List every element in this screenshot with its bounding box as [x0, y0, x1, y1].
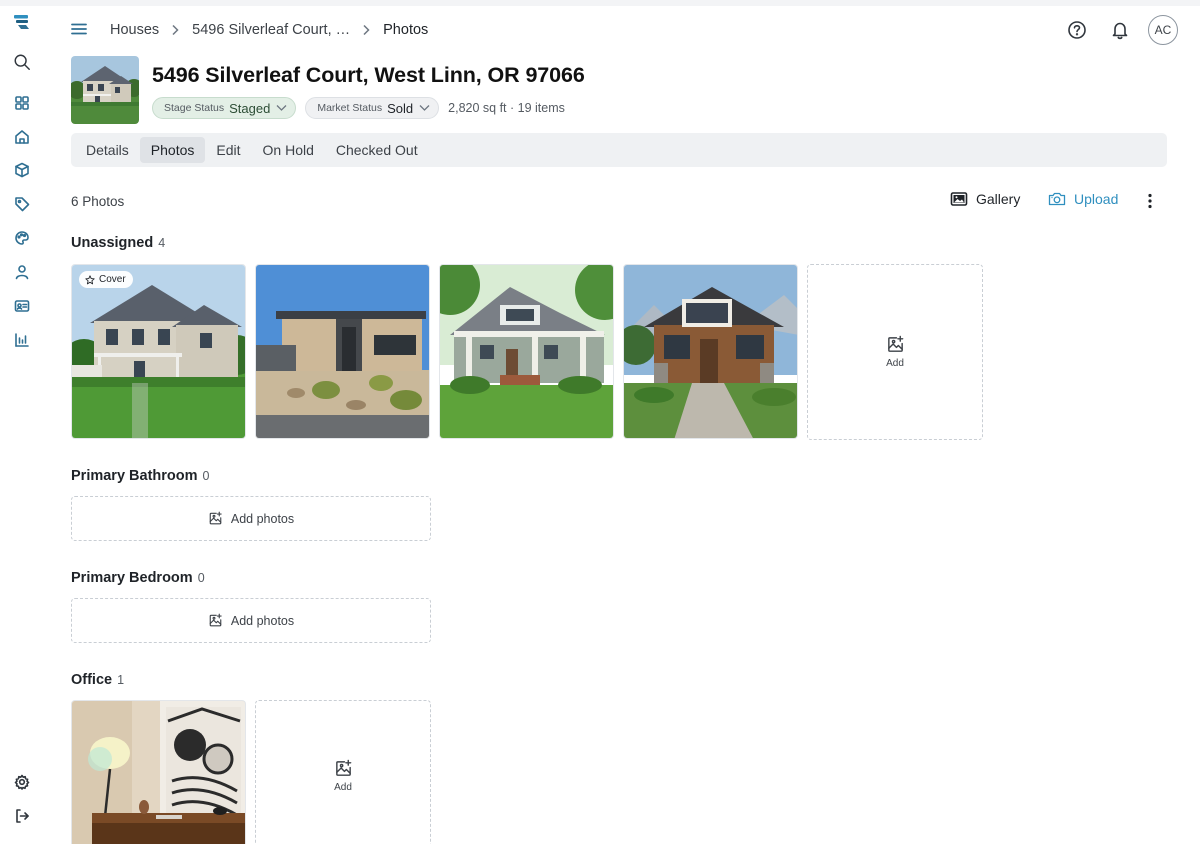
stage-status-value: Staged: [229, 100, 271, 116]
gallery-label: Gallery: [976, 191, 1021, 207]
chevron-down-icon: [276, 99, 287, 117]
property-thumbnail: [71, 56, 139, 124]
section-count: 0: [202, 469, 210, 483]
bar-chart-icon[interactable]: [12, 330, 32, 350]
section-count: 4: [158, 236, 166, 250]
avatar[interactable]: AC: [1148, 15, 1178, 45]
add-photos-button[interactable]: Add photos: [71, 496, 431, 541]
search-icon[interactable]: [12, 52, 32, 72]
section-title: Unassigned: [71, 235, 154, 251]
stage-status-label: Stage Status: [164, 102, 225, 114]
photo-tile[interactable]: [439, 264, 614, 439]
upload-button[interactable]: Upload: [1048, 190, 1118, 208]
add-photos-button[interactable]: Add photos: [71, 598, 431, 643]
cover-badge: Cover: [79, 271, 133, 288]
bell-icon[interactable]: [1105, 15, 1135, 45]
tab-checked-out[interactable]: Checked Out: [325, 137, 429, 163]
photo-tile[interactable]: [255, 264, 430, 439]
breadcrumb: Houses 5496 Silverleaf Court, … Photos: [110, 22, 428, 38]
dashboard-icon[interactable]: [12, 93, 32, 113]
section-title: Office: [71, 672, 113, 688]
add-label: Add: [886, 358, 904, 369]
tag-icon[interactable]: [12, 194, 32, 214]
section-unassigned-title: Unassigned 4: [71, 235, 165, 251]
photo-tile[interactable]: [623, 264, 798, 439]
market-status-label: Market Status: [317, 102, 383, 114]
photo-count: 6 Photos: [71, 194, 125, 209]
chevron-right-icon: [171, 24, 179, 36]
property-meta: 2,820 sq ft · 19 items: [448, 101, 565, 115]
hamburger-menu-icon[interactable]: [70, 20, 90, 40]
breadcrumb-photos: Photos: [383, 22, 429, 38]
add-photo-tile[interactable]: Add: [807, 264, 983, 440]
section-primary-bathroom-title: Primary Bathroom 0: [71, 468, 209, 484]
market-status-value: Sold: [387, 100, 414, 116]
section-count: 0: [197, 571, 205, 585]
tab-edit[interactable]: Edit: [205, 137, 251, 163]
photo-tile[interactable]: [71, 700, 246, 844]
tab-photos[interactable]: Photos: [139, 137, 206, 163]
top-strip: [0, 0, 1200, 6]
more-options-icon[interactable]: [1141, 191, 1159, 211]
photo-tile[interactable]: Cover: [71, 264, 246, 439]
stage-status-dropdown[interactable]: Stage Status Staged: [152, 97, 297, 119]
breadcrumb-houses[interactable]: Houses: [110, 22, 159, 38]
id-card-icon[interactable]: [12, 296, 32, 316]
left-rail: [0, 0, 44, 844]
logo-icon[interactable]: [12, 12, 32, 32]
box-icon[interactable]: [12, 160, 32, 180]
chevron-down-icon: [419, 99, 430, 117]
market-status-dropdown[interactable]: Market Status Sold: [305, 97, 440, 119]
user-icon[interactable]: [12, 262, 32, 282]
gallery-icon: [950, 192, 968, 206]
add-photos-label: Add photos: [230, 511, 295, 526]
section-title: Primary Bedroom: [71, 570, 193, 586]
logout-icon[interactable]: [12, 806, 32, 826]
add-image-icon: [335, 759, 351, 776]
header-actions: AC: [1062, 15, 1178, 45]
palette-icon[interactable]: [12, 228, 32, 248]
star-icon: [85, 274, 95, 284]
cover-label: Cover: [99, 274, 126, 285]
add-image-icon: [209, 511, 222, 525]
add-image-icon: [209, 613, 222, 627]
add-photos-label: Add photos: [230, 613, 295, 628]
chevron-right-icon: [362, 24, 370, 36]
upload-label: Upload: [1074, 191, 1119, 207]
tab-bar: Details Photos Edit On Hold Checked Out: [71, 133, 1167, 167]
home-icon[interactable]: [12, 127, 32, 147]
tab-on-hold[interactable]: On Hold: [252, 137, 325, 163]
status-row: Stage Status Staged Market Status Sold 2…: [152, 97, 565, 119]
gear-icon[interactable]: [12, 772, 32, 792]
page-title: 5496 Silverleaf Court, West Linn, OR 970…: [152, 63, 585, 87]
section-office-title: Office 1: [71, 672, 124, 688]
add-photo-tile[interactable]: Add: [255, 700, 431, 844]
gallery-button[interactable]: Gallery: [950, 190, 1020, 208]
section-count: 1: [117, 673, 125, 687]
section-title: Primary Bathroom: [71, 468, 198, 484]
section-primary-bedroom-title: Primary Bedroom 0: [71, 570, 205, 586]
add-image-icon: [887, 335, 903, 352]
camera-icon: [1048, 192, 1066, 206]
add-label: Add: [334, 781, 352, 793]
breadcrumb-property[interactable]: 5496 Silverleaf Court, …: [192, 22, 350, 38]
tab-details[interactable]: Details: [75, 137, 140, 163]
help-icon[interactable]: [1062, 15, 1092, 45]
